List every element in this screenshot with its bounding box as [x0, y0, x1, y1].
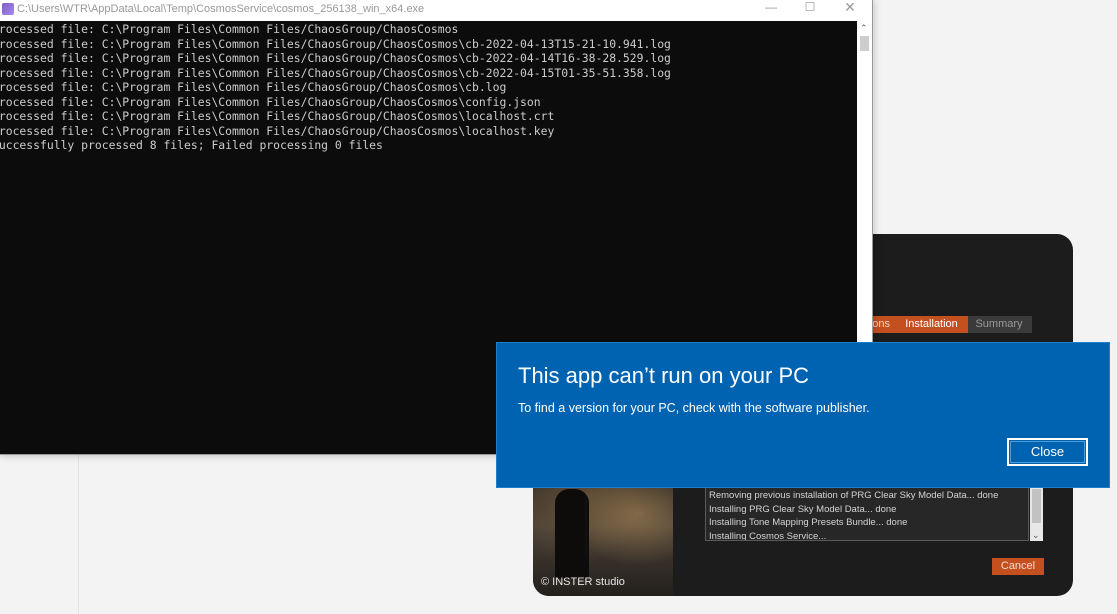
log-line: Removing previous installation of PRG Cl… — [709, 490, 999, 501]
console-line: Processed file: C:\Program Files\Common … — [0, 123, 555, 138]
log-scroll-thumb[interactable] — [1032, 489, 1041, 523]
person-silhouette — [555, 489, 589, 579]
dialog-title: This app can’t run on your PC — [518, 363, 810, 388]
chevron-up-icon[interactable]: ⌃ — [860, 23, 868, 34]
minimize-button[interactable]: — — [755, 0, 787, 21]
dialog-message: To find a version for your PC, check wit… — [518, 401, 870, 415]
console-titlebar[interactable]: C:\Users\WTR\AppData\Local\Temp\CosmosSe… — [0, 0, 872, 21]
console-line: Processed file: C:\Program Files\Common … — [0, 51, 671, 65]
close-button[interactable]: Close — [1007, 438, 1088, 466]
installer-photo: © INSTER studio — [533, 469, 673, 596]
cancel-button[interactable]: Cancel — [992, 558, 1044, 575]
console-scroll-thumb[interactable] — [860, 36, 869, 51]
tab-installation[interactable]: Installation — [896, 316, 968, 333]
console-line: Processed file: C:\Program Files\Common … — [0, 80, 507, 94]
umbrella-handle — [585, 499, 587, 559]
app-icon — [2, 3, 14, 15]
console-line: Processed file: C:\Program Files\Common … — [0, 22, 459, 36]
tab-summary[interactable]: Summary — [968, 316, 1032, 333]
error-dialog: This app can’t run on your PC To find a … — [496, 342, 1110, 488]
log-line: Installing PRG Clear Sky Model Data... d… — [709, 503, 897, 515]
installation-log: Removing previous installation of PRG Cl… — [705, 487, 1029, 541]
console-line: Processed file: C:\Program Files\Common … — [0, 36, 671, 51]
log-line: Installing Tone Mapping Presets Bundle..… — [709, 517, 908, 528]
console-line: Processed file: C:\Program Files\Common … — [0, 65, 671, 80]
console-line: Successfully processed 8 files; Failed p… — [0, 138, 383, 152]
desktop-divider — [78, 455, 79, 614]
photo-credit: © INSTER studio — [541, 576, 625, 588]
window-title: C:\Users\WTR\AppData\Local\Temp\CosmosSe… — [17, 3, 425, 15]
console-line: Processed file: C:\Program Files\Common … — [0, 109, 555, 123]
close-window-button[interactable]: ✕ — [834, 0, 866, 21]
console-line: Processed file: C:\Program Files\Common … — [0, 94, 541, 109]
log-scrollbar[interactable]: ⌄ — [1030, 487, 1043, 541]
chevron-down-icon[interactable]: ⌄ — [1032, 530, 1040, 541]
maximize-button[interactable]: ☐ — [794, 0, 826, 21]
log-line: Installing Cosmos Service... — [709, 530, 827, 541]
installer-tabs: ons Installation Summary — [860, 316, 1032, 333]
